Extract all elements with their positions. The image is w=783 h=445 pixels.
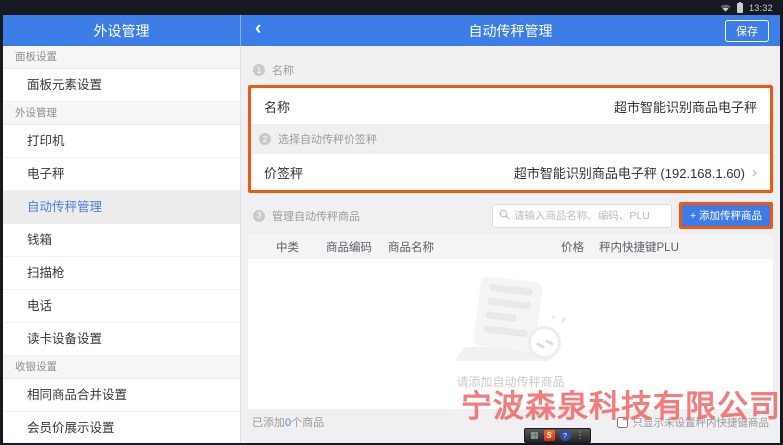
table-header-row: 中类 商品编码 商品名称 价格 秤内快捷键PLU — [248, 235, 773, 259]
app-header: 外设管理 ‹ 自动传秤管理 保存 — [3, 15, 780, 46]
name-row[interactable]: 名称 超市智能识别商品电子秤 — [251, 88, 770, 124]
save-button[interactable]: 保存 — [725, 20, 769, 42]
price-scale-row[interactable]: 价签秤 超市智能识别商品电子秤 (192.168.1.60) › — [251, 154, 770, 190]
sidebar-item-scale[interactable]: 电子秤 — [3, 158, 240, 191]
step-2-badge: 2 — [259, 133, 271, 145]
sidebar-item-auto-scale-transfer[interactable]: 自动传秤管理 — [3, 191, 240, 224]
wifi-icon — [720, 4, 731, 12]
sidebar-item-cash-drawer[interactable]: 钱箱 — [3, 224, 240, 257]
col-category: 中类 — [276, 239, 326, 255]
battery-icon — [737, 3, 743, 13]
sidebar: 面板设置 面板元素设置 外设管理 打印机 电子秤 自动传秤管理 钱箱 扫描枪 电… — [3, 46, 241, 443]
added-suffix: 个商品 — [291, 417, 324, 429]
table-empty-state: 请添加自动传秤商品 — [248, 259, 773, 409]
sogou-input-icon[interactable]: S — [544, 430, 555, 441]
price-scale-label: 价签秤 — [264, 163, 303, 182]
filter-checkbox[interactable] — [617, 417, 628, 428]
status-bar: 13:32 — [0, 0, 783, 15]
col-product-code: 商品编码 — [326, 239, 388, 255]
price-scale-value: 超市智能识别商品电子秤 (192.168.1.60) — [514, 163, 745, 182]
name-row-value: 超市智能识别商品电子秤 — [614, 97, 757, 116]
clock-face-icon — [528, 326, 561, 359]
input-method-tray: ▦ S ? ⋮ — [524, 428, 591, 443]
added-count-text: 已添加0个商品 — [252, 414, 324, 430]
status-time: 13:32 — [749, 3, 773, 13]
section-name-label: 1 名称 — [253, 62, 773, 78]
col-plu-hotkey: 秤内快捷键PLU — [599, 239, 773, 255]
filter-unset-plu[interactable]: 只显示未设置秤内快捷键商品 — [617, 415, 770, 430]
section-name-text: 名称 — [272, 62, 294, 78]
product-search-box[interactable] — [492, 204, 672, 228]
page-header: ‹ 自动传秤管理 保存 — [241, 15, 780, 46]
screen: 13:32 外设管理 ‹ 自动传秤管理 保存 面板设置 面板元素设置 外设管理 … — [0, 0, 783, 445]
sidebar-item-card-reader[interactable]: 读卡设备设置 — [3, 323, 240, 356]
col-product-name: 商品名称 — [388, 239, 561, 255]
section-scale-select: 2 选择自动传秤价签秤 — [251, 124, 770, 154]
step-1-badge: 1 — [253, 64, 265, 76]
help-icon[interactable]: ? — [560, 430, 571, 441]
sidebar-item-panel-elements[interactable]: 面板元素设置 — [3, 69, 240, 102]
product-search-input[interactable] — [514, 210, 665, 222]
sidebar-item-phone[interactable]: 电话 — [3, 290, 240, 323]
highlighted-form-group: 名称 超市智能识别商品电子秤 2 选择自动传秤价签秤 价签秤 超市智能识别商品电… — [248, 85, 773, 193]
step-3-badge: 3 — [253, 210, 265, 222]
sidebar-group-panel-settings: 面板设置 — [3, 46, 240, 69]
sidebar-group-peripherals: 外设管理 — [3, 102, 240, 125]
sidebar-item-scanner[interactable]: 扫描枪 — [3, 257, 240, 290]
sidebar-item-printer[interactable]: 打印机 — [3, 125, 240, 158]
search-icon — [499, 207, 510, 225]
products-footer: 已添加0个商品 只显示未设置秤内快捷键商品 — [248, 409, 773, 435]
sidebar-item-member-price[interactable]: 会员价展示设置 — [3, 412, 240, 443]
tray-menu-icon[interactable]: ⋮ — [576, 431, 585, 440]
chevron-right-icon: › — [752, 165, 757, 180]
page-title: 自动传秤管理 — [241, 21, 780, 41]
sidebar-item-merge-items[interactable]: 相同商品合并设置 — [3, 379, 240, 412]
section-scale-select-text: 选择自动传秤价签秤 — [278, 131, 377, 147]
sidebar-group-cashier-settings: 收银设置 — [3, 356, 240, 379]
added-prefix: 已添加 — [252, 417, 285, 429]
add-scale-product-button[interactable]: + 添加传秤商品 — [679, 202, 773, 229]
sidebar-title: 外设管理 — [94, 21, 150, 41]
keyboard-icon[interactable]: ▦ — [530, 431, 539, 440]
section-products-text: 管理自动传秤商品 — [272, 208, 360, 224]
filter-label: 只显示未设置秤内快捷键商品 — [633, 415, 770, 430]
body: 面板设置 面板元素设置 外设管理 打印机 电子秤 自动传秤管理 钱箱 扫描枪 电… — [3, 46, 780, 443]
products-table: 中类 商品编码 商品名称 价格 秤内快捷键PLU — [248, 235, 773, 409]
content: 1 名称 名称 超市智能识别商品电子秤 2 选择自动传秤价签秤 价签秤 — [241, 46, 780, 443]
products-toolbar: 3 管理自动传秤商品 + 添加传秤商品 — [248, 202, 773, 229]
name-row-label: 名称 — [264, 97, 290, 116]
col-price: 价格 — [561, 239, 599, 255]
sidebar-header: 外设管理 — [3, 15, 241, 46]
empty-list-illustration — [453, 279, 569, 361]
empty-state-text: 请添加自动传秤商品 — [456, 373, 564, 390]
